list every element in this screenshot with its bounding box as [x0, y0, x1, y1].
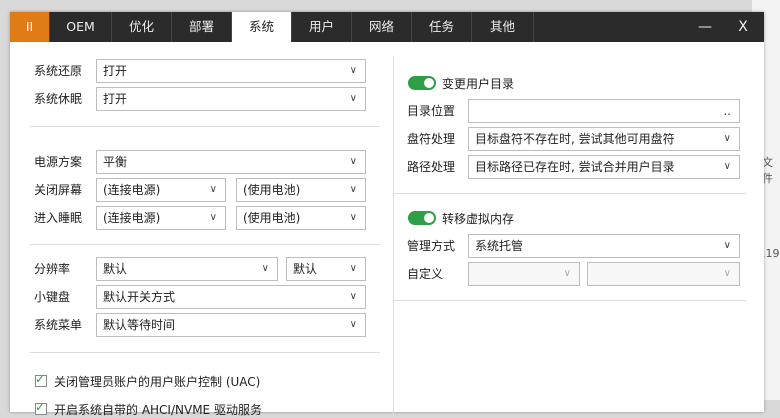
chevron-down-icon: ∨ — [349, 212, 357, 223]
change-user-dir-toggle[interactable] — [408, 76, 436, 90]
close-button[interactable]: X — [728, 12, 758, 42]
resolution-select[interactable]: 默认 ∨ — [96, 257, 278, 281]
system-tab-content: 系统还原 打开 ∨ 系统休眠 打开 ∨ 电源方案 平衡 ∨ 关闭屏幕 (连接电源) ∨ … — [10, 42, 764, 417]
chevron-down-icon: ∨ — [349, 263, 357, 274]
ahci-checkbox[interactable]: ✓ — [35, 400, 47, 415]
settings-window: II OEM 优化 部署 系统 用户 网络 任务 其他 — X 系统还原 打开 ∨… — [10, 12, 764, 417]
chevron-down-icon: ∨ — [349, 319, 357, 330]
section-divider — [394, 300, 746, 301]
select-value: (连接电源) — [103, 211, 161, 225]
select-value: 目标盘符不存在时, 尝试其他可用盘符 — [475, 132, 675, 146]
column-divider — [393, 56, 394, 416]
system-menu-select[interactable]: 默认等待时间 ∨ — [96, 313, 366, 337]
power-plan-label: 电源方案 — [34, 155, 83, 169]
section-divider — [30, 126, 380, 127]
screen-off-label: 关闭屏幕 — [34, 183, 83, 197]
dir-location-input[interactable]: .. — [468, 99, 740, 123]
select-value: (使用电池) — [243, 211, 301, 225]
screen-off-dc-select[interactable]: (使用电池) ∨ — [236, 178, 366, 202]
screen-off-ac-select[interactable]: (连接电源) ∨ — [96, 178, 226, 202]
select-value: 默认开关方式 — [103, 290, 176, 304]
refresh-rate-select[interactable]: 默认 ∨ — [286, 257, 366, 281]
chevron-down-icon: ∨ — [209, 184, 217, 195]
background-text: .19 — [762, 247, 780, 260]
toggle-knob — [424, 78, 434, 88]
tab-other[interactable]: 其他 — [472, 12, 534, 42]
change-user-dir-label: 变更用户目录 — [442, 77, 515, 91]
minimize-button[interactable]: — — [690, 12, 720, 42]
chevron-down-icon: ∨ — [349, 65, 357, 76]
drive-handling-label: 盘符处理 — [407, 132, 456, 146]
system-restore-label: 系统还原 — [34, 64, 83, 78]
chevron-down-icon: ∨ — [349, 156, 357, 167]
check-icon: ✓ — [35, 400, 46, 414]
manage-mode-select[interactable]: 系统托管 ∨ — [468, 234, 740, 258]
resolution-label: 分辨率 — [34, 262, 71, 276]
enter-sleep-label: 进入睡眠 — [34, 211, 83, 225]
drive-handling-select[interactable]: 目标盘符不存在时, 尝试其他可用盘符 ∨ — [468, 127, 740, 151]
custom-label: 自定义 — [407, 267, 444, 281]
system-sleep-label: 系统休眠 — [34, 92, 83, 106]
tab-network[interactable]: 网络 — [352, 12, 412, 42]
uac-checkbox[interactable]: ✓ — [35, 372, 47, 387]
custom-select-2[interactable]: ∨ — [587, 262, 740, 286]
select-value: (连接电源) — [103, 183, 161, 197]
chevron-down-icon: ∨ — [723, 161, 731, 172]
move-vm-label: 转移虚拟内存 — [442, 212, 515, 226]
section-divider — [30, 352, 380, 353]
tab-optimize[interactable]: 优化 — [112, 12, 172, 42]
custom-select-1[interactable]: ∨ — [468, 262, 580, 286]
enter-sleep-ac-select[interactable]: (连接电源) ∨ — [96, 206, 226, 230]
select-value: 默认等待时间 — [103, 318, 176, 332]
chevron-down-icon: ∨ — [349, 93, 357, 104]
chevron-down-icon: ∨ — [349, 184, 357, 195]
tab-deploy[interactable]: 部署 — [172, 12, 232, 42]
dir-location-label: 目录位置 — [407, 104, 456, 118]
chevron-down-icon: ∨ — [349, 291, 357, 302]
section-divider — [394, 193, 746, 194]
tab-system[interactable]: 系统 — [232, 12, 292, 42]
system-menu-label: 系统菜单 — [34, 318, 83, 332]
tab-oem[interactable]: OEM — [50, 12, 112, 42]
tab-pause[interactable]: II — [10, 12, 50, 42]
chevron-down-icon: ∨ — [723, 268, 731, 279]
system-restore-select[interactable]: 打开 ∨ — [96, 59, 366, 83]
path-handling-label: 路径处理 — [407, 160, 456, 174]
manage-mode-label: 管理方式 — [407, 239, 456, 253]
select-value: 默认 — [103, 262, 128, 276]
ahci-checkbox-label: 开启系统自带的 AHCI/NVME 驱动服务 — [54, 403, 262, 417]
tab-user[interactable]: 用户 — [292, 12, 352, 42]
path-handling-select[interactable]: 目标路径已存在时, 尝试合并用户目录 ∨ — [468, 155, 740, 179]
section-divider — [30, 244, 380, 245]
select-value: 目标路径已存在时, 尝试合并用户目录 — [475, 160, 675, 174]
tab-tasks[interactable]: 任务 — [412, 12, 472, 42]
select-value: 平衡 — [103, 155, 128, 169]
power-plan-select[interactable]: 平衡 ∨ — [96, 150, 366, 174]
check-icon: ✓ — [35, 372, 46, 386]
select-value: 打开 — [103, 64, 128, 78]
chevron-down-icon: ∨ — [563, 268, 571, 279]
toggle-knob — [424, 213, 434, 223]
small-keyboard-label: 小键盘 — [34, 290, 71, 304]
select-value: (使用电池) — [243, 183, 301, 197]
select-value: 打开 — [103, 92, 128, 106]
small-keyboard-select[interactable]: 默认开关方式 ∨ — [96, 285, 366, 309]
select-value: 系统托管 — [475, 239, 524, 253]
chevron-down-icon: ∨ — [723, 133, 731, 144]
tab-bar: II OEM 优化 部署 系统 用户 网络 任务 其他 — X — [10, 12, 764, 42]
select-value: 默认 — [293, 262, 318, 276]
chevron-down-icon: ∨ — [209, 212, 217, 223]
move-vm-toggle[interactable] — [408, 211, 436, 225]
uac-checkbox-label: 关闭管理员账户的用户账户控制 (UAC) — [54, 375, 261, 389]
background-text: 文件 — [762, 156, 773, 185]
chevron-down-icon: ∨ — [723, 240, 731, 251]
system-sleep-select[interactable]: 打开 ∨ — [96, 87, 366, 111]
chevron-down-icon: ∨ — [261, 263, 269, 274]
browse-button[interactable]: .. — [723, 100, 731, 122]
enter-sleep-dc-select[interactable]: (使用电池) ∨ — [236, 206, 366, 230]
